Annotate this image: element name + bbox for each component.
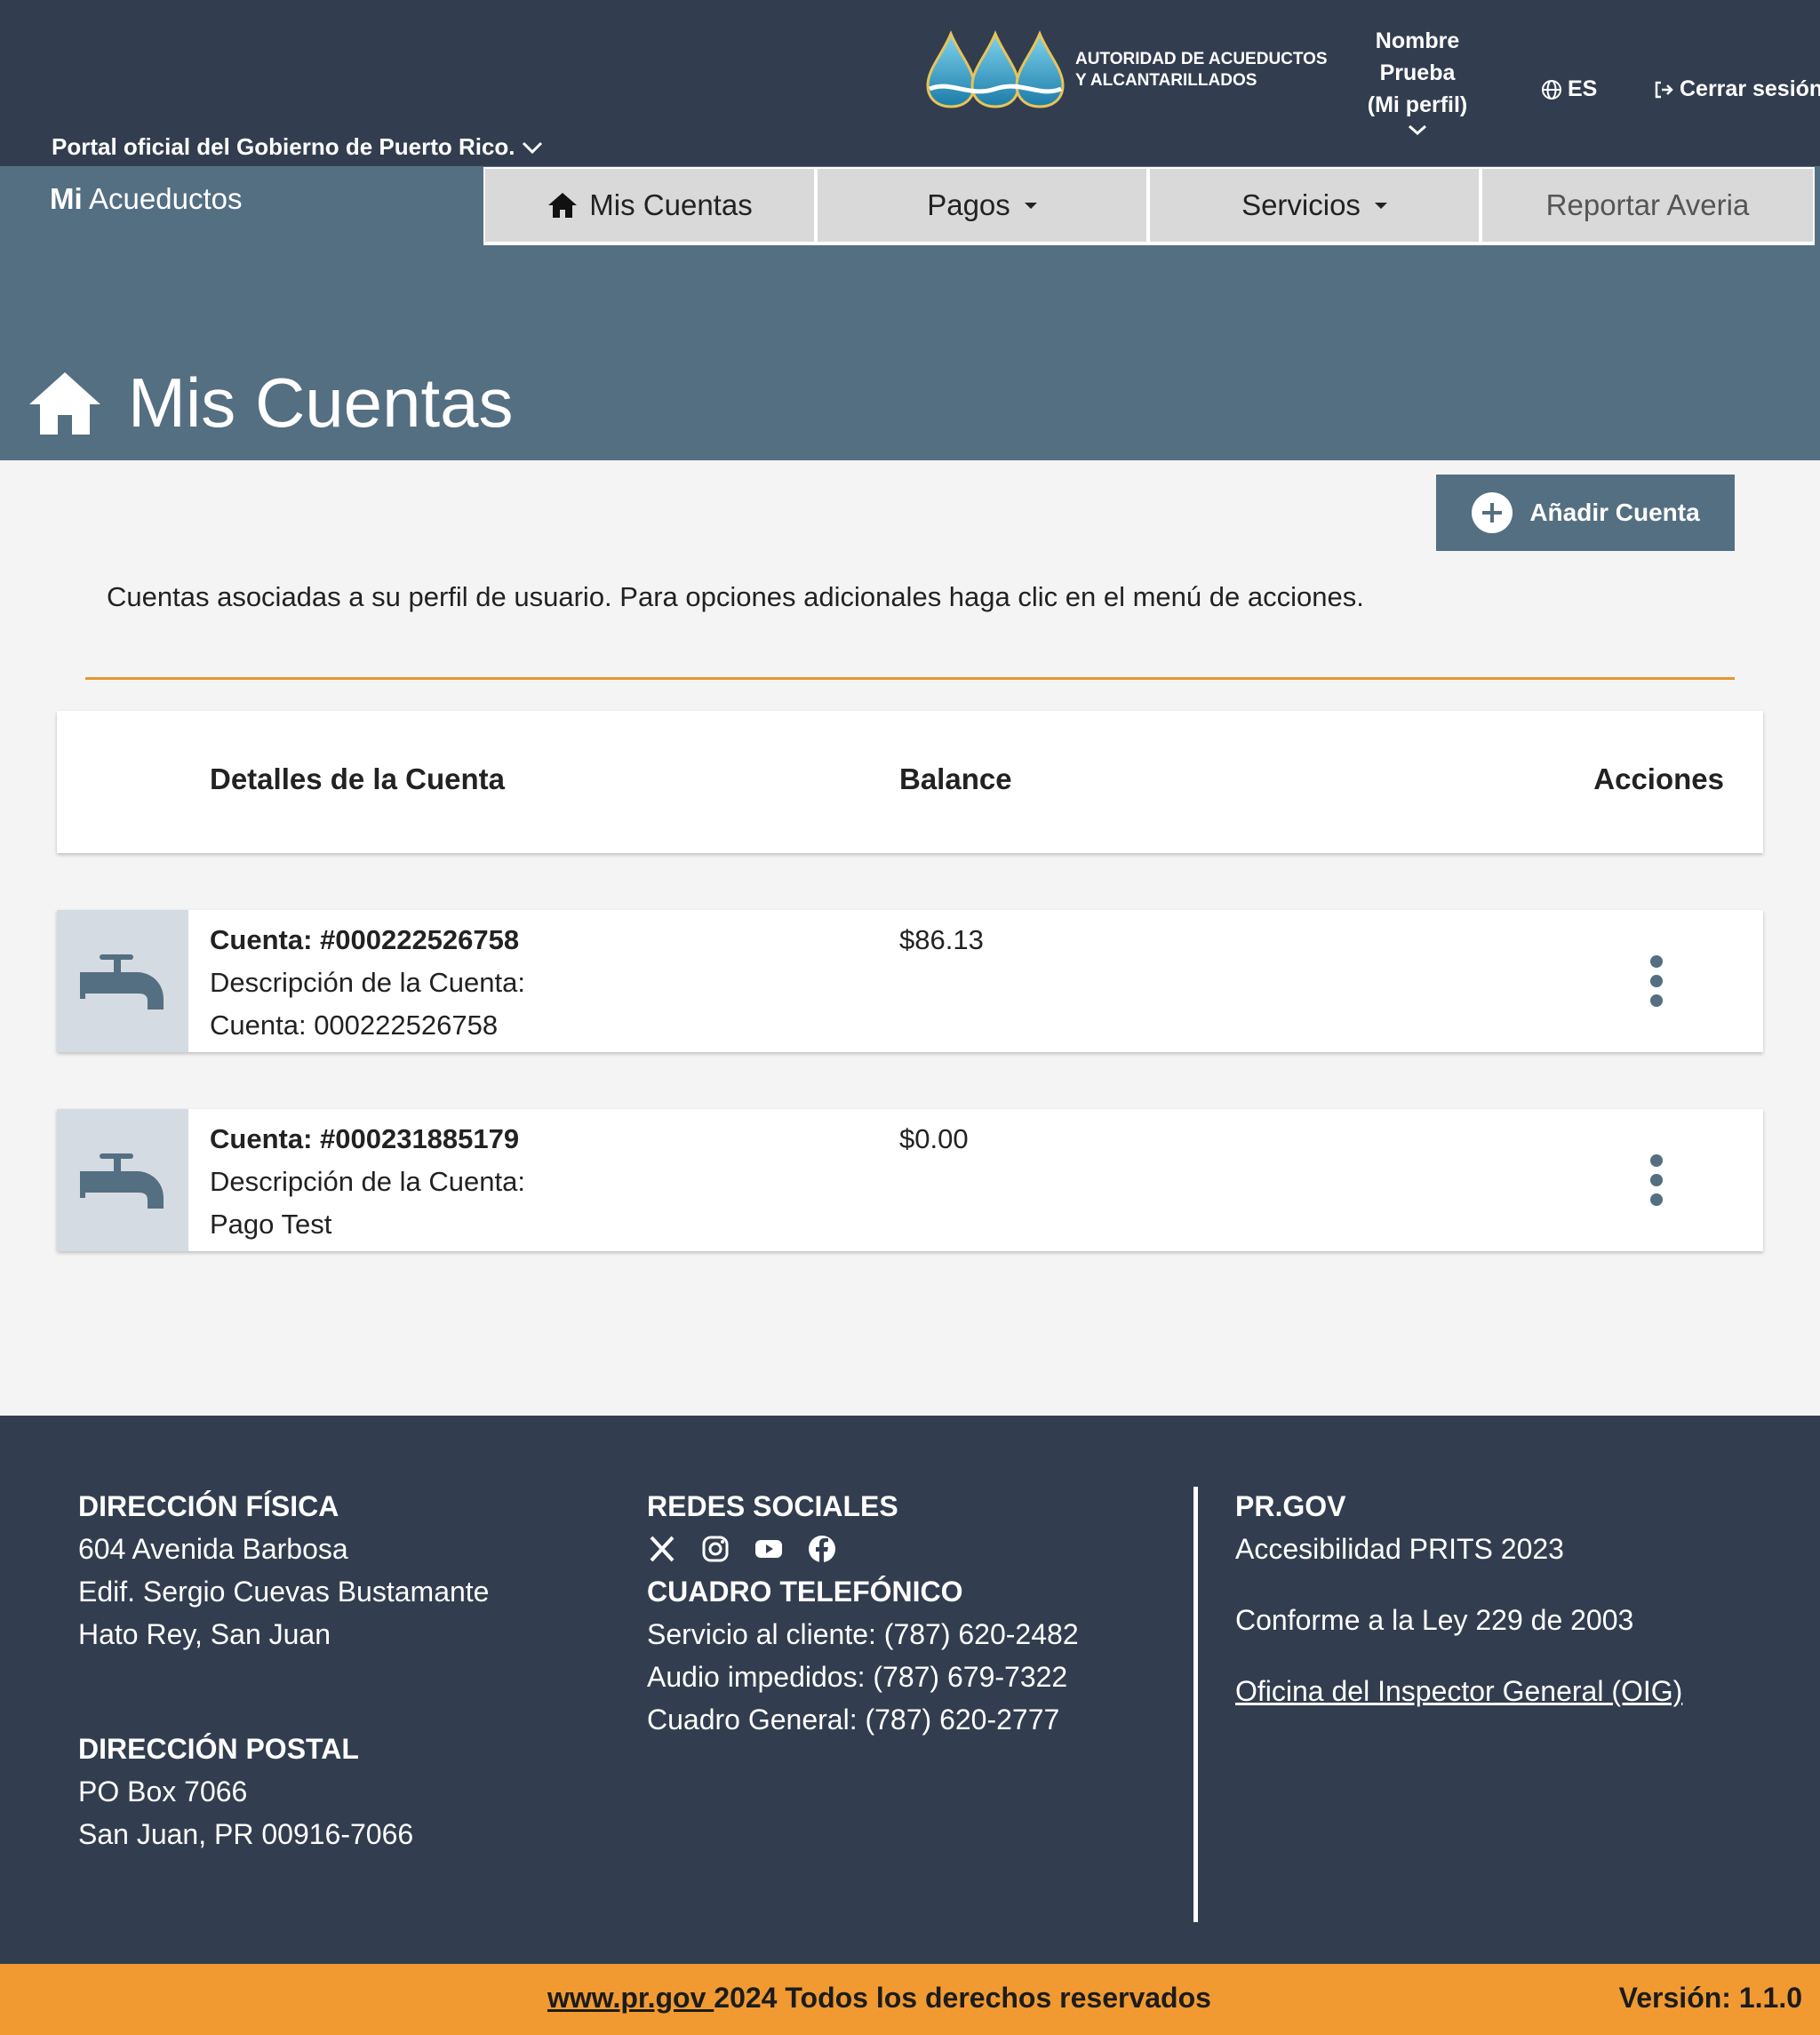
- footer-social-phones: REDES SOCIALES CUADRO TELEFÓNICO Servici…: [647, 1485, 1079, 1741]
- page-title: Mis Cuentas: [27, 363, 514, 443]
- account-number: Cuenta: #000231885179: [210, 1123, 520, 1154]
- caret-down-icon: [1024, 202, 1037, 209]
- chevron-down-icon: [1409, 124, 1426, 136]
- footer-heading: CUADRO TELEFÓNICO: [647, 1576, 963, 1608]
- language-selector[interactable]: ES: [1541, 76, 1597, 102]
- youtube-icon[interactable]: [754, 1534, 784, 1564]
- account-icon-cell: [57, 910, 188, 1052]
- table-row: Cuenta: #000231885179 Descripción de la …: [57, 1109, 1763, 1251]
- nav-label: Pagos: [927, 188, 1010, 221]
- header-actions: Acciones: [1593, 762, 1724, 795]
- page-title-text: Mis Cuentas: [128, 363, 514, 442]
- copyright: www.pr.gov 2024 Todos los derechos reser…: [547, 1982, 1211, 2015]
- logout-button[interactable]: Cerrar sesión: [1653, 76, 1820, 102]
- globe-icon: [1542, 79, 1561, 100]
- divider: [85, 677, 1735, 680]
- account-description-label: Descripción de la Cuenta:: [210, 1166, 525, 1197]
- app-brand[interactable]: Mi Acueductos: [50, 182, 242, 216]
- header-details: Detalles de la Cuenta: [210, 762, 505, 795]
- footer-heading: REDES SOCIALES: [647, 1490, 898, 1522]
- nav-mis-cuentas[interactable]: Mis Cuentas: [485, 169, 814, 242]
- account-description-value: Cuenta: 000222526758: [210, 1010, 499, 1041]
- gov-portal-label: Portal oficial del Gobierno de Puerto Ri…: [52, 133, 515, 160]
- add-account-button[interactable]: Añadir Cuenta: [1436, 475, 1735, 551]
- plus-circle-icon: [1472, 492, 1513, 533]
- gov-portal-dropdown[interactable]: Portal oficial del Gobierno de Puerto Ri…: [52, 133, 544, 161]
- phone-line: Servicio al cliente: (787) 620-2482: [647, 1618, 1079, 1650]
- prgov-link[interactable]: www.pr.gov: [547, 1982, 714, 2014]
- table-row: Cuenta: #000222526758 Descripción de la …: [57, 910, 1763, 1052]
- caret-down-icon: [1374, 202, 1387, 209]
- rights-text: 2024 Todos los derechos reservados: [714, 1982, 1211, 2014]
- account-description-label: Descripción de la Cuenta:: [210, 967, 525, 998]
- law-text: Conforme a la Ley 229 de 2003: [1235, 1604, 1634, 1636]
- add-account-label: Añadir Cuenta: [1529, 499, 1700, 526]
- nav-servicios[interactable]: Servicios: [1150, 169, 1479, 242]
- logo-text: AUTORIDAD DE ACUEDUCTOS Y ALCANTARILLADO…: [1075, 49, 1328, 92]
- chevron-down-icon: [522, 141, 542, 154]
- version-label: Versión: 1.1.0: [1618, 1982, 1802, 2014]
- footer-heading: PR.GOV: [1235, 1490, 1346, 1522]
- footer-heading: DIRECCIÓN FÍSICA: [78, 1490, 339, 1522]
- home-icon: [548, 193, 578, 218]
- footer-heading: DIRECCIÓN POSTAL: [78, 1733, 359, 1765]
- address-line: 604 Avenida Barbosa: [78, 1533, 348, 1565]
- logo-line-2: Y ALCANTARILLADOS: [1075, 71, 1257, 90]
- account-icon-cell: [57, 1109, 188, 1251]
- phone-line: Audio impedidos: (787) 679-7322: [647, 1661, 1068, 1693]
- phone-line: Cuadro General: (787) 620-2777: [647, 1704, 1060, 1736]
- main-nav: Mis Cuentas Pagos Servicios Reportar Ave…: [483, 167, 1815, 245]
- address-line: PO Box 7066: [78, 1776, 248, 1808]
- aaa-logo[interactable]: AUTORIDAD DE ACUEDUCTOS Y ALCANTARILLADO…: [924, 30, 1328, 110]
- accounts-table-header: Detalles de la Cuenta Balance Acciones: [57, 711, 1763, 853]
- address-line: Hato Rey, San Juan: [78, 1618, 331, 1650]
- faucet-icon: [80, 1153, 164, 1209]
- home-icon: [29, 371, 100, 435]
- account-number: Cuenta: #000222526758: [210, 924, 520, 955]
- footer-divider: [1193, 1487, 1198, 1922]
- x-icon[interactable]: [647, 1534, 677, 1564]
- nav-reportar-averia[interactable]: Reportar Averia: [1482, 169, 1813, 242]
- footer-postal-address: DIRECCIÓN POSTAL PO Box 7066 San Juan, P…: [78, 1728, 413, 1855]
- social-links: [647, 1528, 1079, 1570]
- nav-label: Mis Cuentas: [589, 188, 753, 221]
- top-header: Portal oficial del Gobierno de Puerto Ri…: [0, 0, 1820, 166]
- facebook-icon[interactable]: [807, 1534, 837, 1564]
- profile-link-label: (Mi perfil): [1367, 92, 1468, 117]
- brand-prefix: Mi: [50, 182, 83, 215]
- brand-name: Acueductos: [89, 182, 243, 215]
- faucet-icon: [80, 954, 164, 1010]
- instagram-icon[interactable]: [700, 1534, 730, 1564]
- header-balance: Balance: [899, 762, 1012, 795]
- footer: DIRECCIÓN FÍSICA 604 Avenida Barbosa Edi…: [0, 1416, 1820, 1964]
- profile-name-line-2: Prueba: [1379, 60, 1456, 85]
- kebab-menu-icon[interactable]: [1639, 1152, 1674, 1209]
- oig-link[interactable]: Oficina del Inspector General (OIG): [1235, 1670, 1682, 1712]
- nav-label: Reportar Averia: [1545, 188, 1750, 221]
- account-balance: $0.00: [899, 1123, 969, 1154]
- account-description-value: Pago Test: [210, 1209, 332, 1240]
- nav-label: Servicios: [1241, 188, 1361, 221]
- language-label: ES: [1568, 76, 1598, 101]
- profile-name-line-1: Nombre: [1375, 28, 1460, 53]
- footer-physical-address: DIRECCIÓN FÍSICA 604 Avenida Barbosa Edi…: [78, 1485, 489, 1656]
- profile-menu[interactable]: Nombre Prueba (Mi perfil): [1351, 25, 1484, 137]
- kebab-menu-icon[interactable]: [1639, 953, 1674, 1010]
- account-details: Cuenta: #000231885179 Descripción de la …: [210, 1118, 525, 1246]
- accessibility-text: Accesibilidad PRITS 2023: [1235, 1533, 1564, 1565]
- logout-label: Cerrar sesión: [1680, 76, 1820, 101]
- intro-text: Cuentas asociadas a su perfil de usuario…: [107, 581, 1364, 612]
- address-line: San Juan, PR 00916-7066: [78, 1818, 414, 1850]
- address-line: Edif. Sergio Cuevas Bustamante: [78, 1576, 490, 1608]
- water-drops-logo-icon: [926, 30, 1065, 108]
- footer-prgov: PR.GOV Accesibilidad PRITS 2023 Conforme…: [1235, 1485, 1682, 1712]
- account-balance: $86.13: [899, 924, 984, 955]
- nav-pagos[interactable]: Pagos: [818, 169, 1146, 242]
- logout-icon: [1655, 81, 1673, 98]
- copyright-bar: www.pr.gov 2024 Todos los derechos reser…: [0, 1964, 1820, 2035]
- logo-line-1: AUTORIDAD DE ACUEDUCTOS: [1075, 50, 1328, 68]
- account-details: Cuenta: #000222526758 Descripción de la …: [210, 919, 525, 1047]
